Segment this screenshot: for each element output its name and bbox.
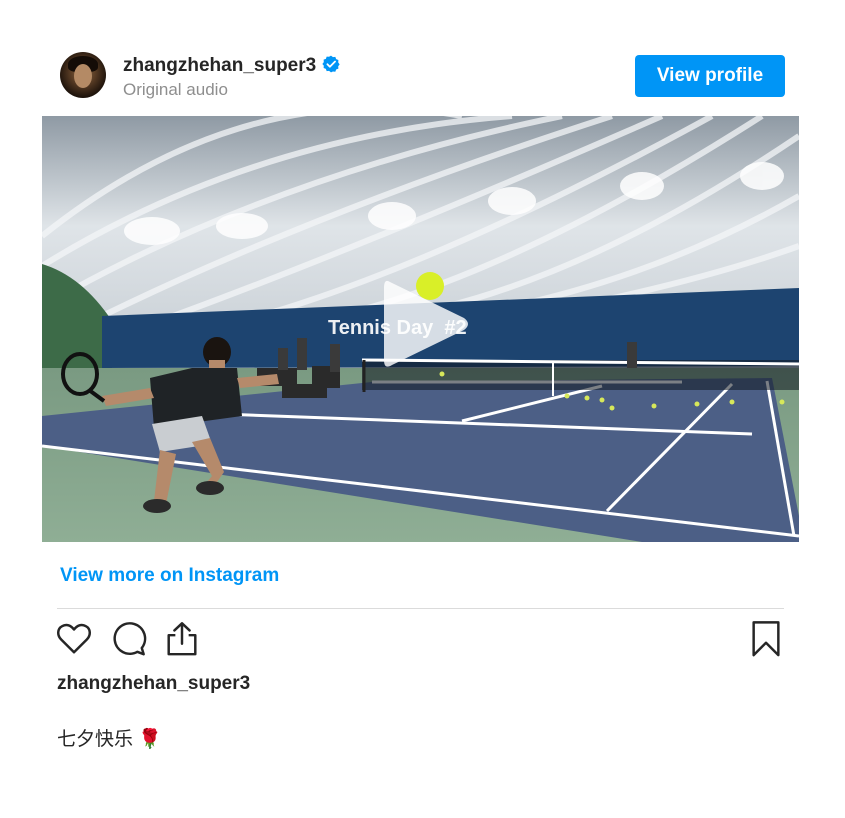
comment-icon[interactable] <box>109 620 147 658</box>
play-icon[interactable] <box>378 274 474 374</box>
verified-badge-icon <box>322 55 340 73</box>
username-row: zhangzhehan_super3 <box>123 55 340 77</box>
divider <box>57 608 784 609</box>
bookmark-icon[interactable] <box>747 620 785 658</box>
view-profile-button[interactable]: View profile <box>635 55 785 97</box>
heart-icon[interactable] <box>55 620 93 658</box>
view-more-link[interactable]: View more on Instagram <box>60 565 279 587</box>
post-header: zhangzhehan_super3 Original audio View p… <box>42 38 799 116</box>
caption-text: 七夕快乐 🌹 <box>57 729 162 750</box>
username-link[interactable]: zhangzhehan_super3 <box>123 55 316 76</box>
caption-username[interactable]: zhangzhehan_super3 <box>57 673 250 695</box>
audio-label[interactable]: Original audio <box>123 80 228 100</box>
action-bar <box>55 620 785 660</box>
video-thumbnail[interactable]: Tennis Day #2 <box>42 116 799 542</box>
share-icon[interactable] <box>163 620 201 658</box>
avatar[interactable] <box>60 52 106 98</box>
